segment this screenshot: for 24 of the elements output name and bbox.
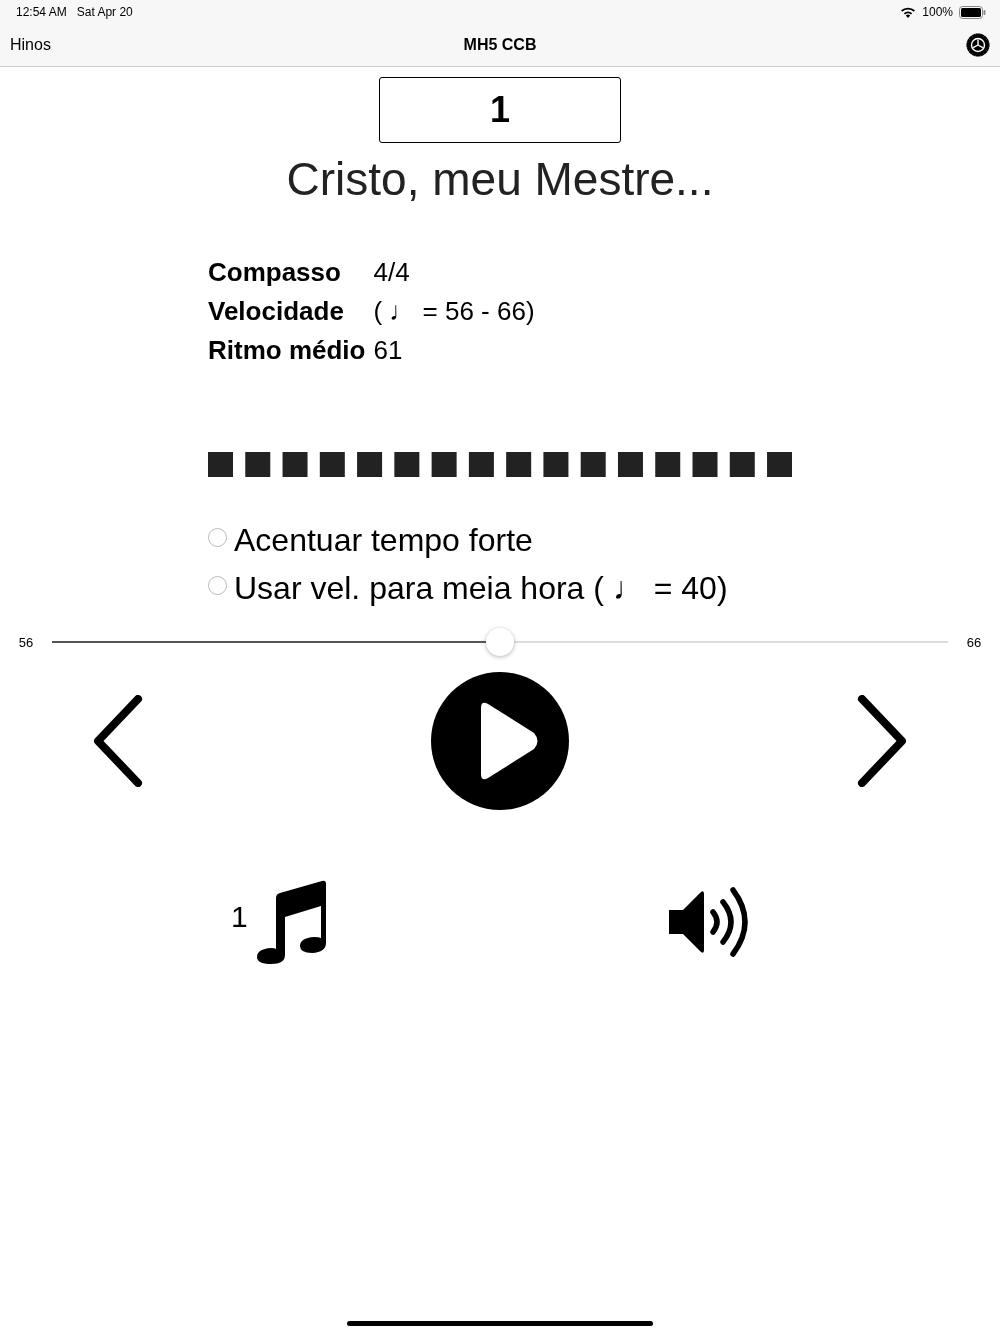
- slider-max-label: 66: [965, 634, 983, 650]
- settings-icon[interactable]: [966, 33, 990, 57]
- hymn-title: Cristo, meu Mestre...: [286, 152, 714, 207]
- speaker-icon[interactable]: [667, 886, 751, 958]
- slider-min-label: 56: [17, 634, 35, 650]
- slider-thumb[interactable]: [486, 628, 514, 656]
- battery-icon: [959, 5, 986, 19]
- option-label: Acentuar tempo forte: [234, 521, 533, 560]
- info-value: ( ♩ = 56 - 66): [373, 295, 535, 328]
- info-value: 4/4: [373, 256, 411, 289]
- info-value: 61: [373, 334, 404, 367]
- info-label: Velocidade: [208, 295, 345, 328]
- play-button[interactable]: [431, 672, 569, 810]
- wifi-icon: [900, 6, 917, 18]
- option-label: Usar vel. para meia hora ( ♩ = 40): [234, 569, 728, 608]
- info-label: Compasso: [208, 256, 342, 289]
- battery-percent: 100%: [922, 5, 953, 19]
- part-number: 1: [231, 900, 248, 934]
- hymn-number-field[interactable]: 1: [379, 77, 621, 143]
- back-link[interactable]: Hinos: [10, 36, 51, 54]
- nav-title: MH5 CCB: [463, 36, 537, 54]
- status-time: 12:54 AM: [16, 5, 67, 19]
- status-date: Sat Apr 20: [76, 5, 133, 19]
- info-label: Ritmo médio: [208, 334, 366, 367]
